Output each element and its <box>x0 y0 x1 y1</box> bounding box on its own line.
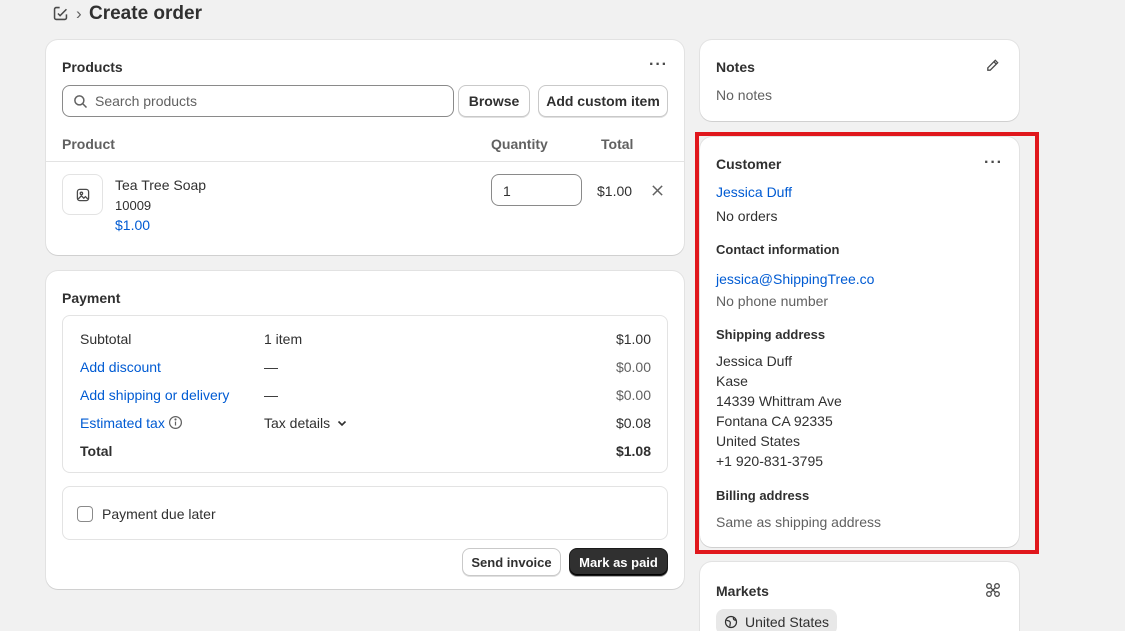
discount-amount: $0.00 <box>615 359 651 375</box>
shipping-line: Fontana CA 92335 <box>716 413 833 429</box>
globe-icon <box>724 615 738 629</box>
shipping-amount: $0.00 <box>615 387 651 403</box>
subtotal-label: Subtotal <box>80 331 132 347</box>
search-input[interactable]: Search products <box>62 85 454 117</box>
market-badge-label: United States <box>745 614 830 630</box>
products-title: Products <box>62 59 123 75</box>
markets-settings-icon[interactable] <box>985 582 1001 598</box>
market-badge: United States <box>716 609 838 631</box>
payment-due-later-box: Payment due later <box>62 486 668 540</box>
billing-address-text: Same as shipping address <box>716 514 881 530</box>
tax-amount: $0.08 <box>615 415 651 431</box>
product-line-total: $1.00 <box>597 183 633 199</box>
column-header-quantity: Quantity <box>491 136 548 152</box>
quantity-value: 1 <box>503 183 511 199</box>
order-edit-icon <box>52 5 69 22</box>
tax-details-label: Tax details <box>264 415 331 431</box>
payment-card: Payment Subtotal 1 item $1.00 Add discou… <box>46 271 684 589</box>
customer-orders: No orders <box>716 208 778 224</box>
product-price[interactable]: $1.00 <box>115 217 150 233</box>
customer-card: Customer ··· Jessica Duff No orders Cont… <box>700 137 1019 547</box>
markets-card: Markets United States <box>700 562 1019 631</box>
billing-address-title: Billing address <box>716 488 810 503</box>
discount-value: — <box>264 359 278 375</box>
shipping-line: +1 920-831-3795 <box>716 453 824 469</box>
column-header-product: Product <box>62 136 115 152</box>
payment-due-later-label: Payment due later <box>102 506 216 522</box>
payment-title: Payment <box>62 290 121 306</box>
total-amount: $1.08 <box>615 443 651 459</box>
total-label: Total <box>80 443 113 459</box>
contact-info-title: Contact information <box>716 242 840 257</box>
customer-title: Customer <box>716 156 782 172</box>
browse-button[interactable]: Browse <box>458 85 530 117</box>
shipping-address-title: Shipping address <box>716 327 826 342</box>
payment-summary-box: Subtotal 1 item $1.00 Add discount — $0.… <box>62 315 668 473</box>
customer-phone: No phone number <box>716 293 829 309</box>
shipping-line: Jessica Duff <box>716 353 792 369</box>
product-name: Tea Tree Soap <box>115 177 207 193</box>
page-title: Create order <box>89 3 202 24</box>
customer-name-link[interactable]: Jessica Duff <box>716 184 792 200</box>
notes-card: Notes No notes <box>700 40 1019 121</box>
customer-email-link[interactable]: jessica@ShippingTree.co <box>716 271 874 287</box>
chevron-down-icon <box>336 417 348 429</box>
search-icon <box>73 94 88 109</box>
tax-details-dropdown[interactable]: Tax details <box>264 415 348 431</box>
payment-due-later-checkbox[interactable] <box>77 506 93 522</box>
image-placeholder-icon <box>75 187 91 203</box>
send-invoice-button[interactable]: Send invoice <box>462 548 561 576</box>
notes-text: No notes <box>716 87 773 103</box>
search-placeholder: Search products <box>95 93 197 109</box>
column-header-total: Total <box>601 136 634 152</box>
product-thumbnail <box>62 174 103 215</box>
add-custom-item-button[interactable]: Add custom item <box>538 85 668 117</box>
shipping-value: — <box>264 387 278 403</box>
mark-as-paid-button[interactable]: Mark as paid <box>569 548 668 576</box>
shipping-line: Kase <box>716 373 748 389</box>
estimated-tax-link[interactable]: Estimated tax <box>80 415 165 431</box>
add-shipping-link[interactable]: Add shipping or delivery <box>80 387 229 403</box>
breadcrumb-chevron: › <box>76 4 82 23</box>
notes-title: Notes <box>716 59 755 75</box>
products-more-icon[interactable]: ··· <box>649 57 668 73</box>
markets-title: Markets <box>716 583 769 599</box>
shipping-line: 14339 Whittram Ave <box>716 393 842 409</box>
subtotal-amount: $1.00 <box>615 331 651 347</box>
products-divider <box>46 161 684 162</box>
shipping-line: United States <box>716 433 801 449</box>
product-sku: 10009 <box>115 198 152 213</box>
products-card: Products ··· Search products Browse Add … <box>46 40 684 255</box>
remove-item-icon[interactable] <box>651 184 664 197</box>
info-icon[interactable] <box>168 415 183 430</box>
add-discount-link[interactable]: Add discount <box>80 359 161 375</box>
quantity-input[interactable]: 1 <box>491 174 582 206</box>
edit-pencil-icon[interactable] <box>985 58 1000 73</box>
customer-more-icon[interactable]: ··· <box>984 155 1003 171</box>
subtotal-items: 1 item <box>264 331 303 347</box>
